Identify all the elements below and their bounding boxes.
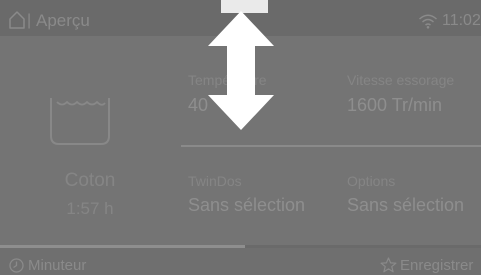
options-label: Options [347, 173, 396, 189]
save-button-label[interactable]: Enregistrer [400, 258, 473, 274]
star-icon [380, 257, 397, 273]
clock-time: 11:02 [442, 12, 481, 29]
parameter-divider [181, 145, 481, 147]
clock-icon [9, 258, 24, 273]
twindos-label: TwinDos [188, 173, 242, 189]
twindos-value[interactable]: Sans sélection [188, 195, 305, 215]
timer-button-label[interactable]: Minuteur [28, 258, 86, 274]
options-value[interactable]: Sans sélection [347, 195, 464, 215]
program-duration: 1:57 h [66, 199, 114, 218]
double-arrow-vertical-icon [205, 8, 277, 133]
home-icon[interactable] [9, 11, 25, 29]
wash-tub-icon [49, 96, 111, 146]
spin-speed-label: Vitesse essorage [347, 72, 455, 88]
wifi-icon [418, 13, 438, 29]
program-name[interactable]: Coton [0, 171, 180, 191]
spin-speed-value[interactable]: 1600 Tr/min [347, 95, 442, 115]
page-title: Aperçu [36, 11, 90, 30]
title-separator: | [27, 12, 32, 29]
bottom-bar: Minuteur Enregistrer [0, 248, 481, 275]
